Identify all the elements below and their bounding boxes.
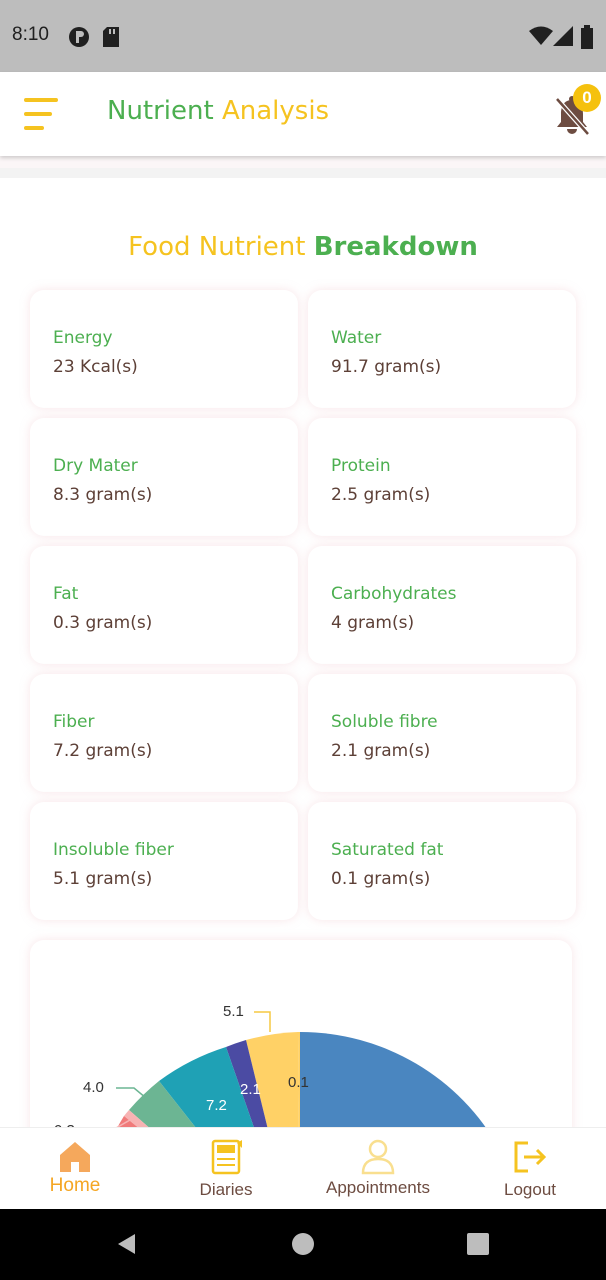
nutrient-label: Energy — [53, 328, 113, 348]
page-title-part1: Nutrient — [107, 96, 214, 126]
nav-logout-label: Logout — [504, 1180, 556, 1199]
hamburger-menu-icon — [24, 98, 58, 130]
recents-icon[interactable] — [466, 1232, 490, 1256]
nutrient-value: 0.1 gram(s) — [331, 869, 431, 889]
pie-label-5.1: 5.1 — [223, 1003, 244, 1020]
wifi-icon — [529, 26, 553, 50]
nutrient-value: 23 Kcal(s) — [53, 357, 138, 377]
nutrient-value: 91.7 gram(s) — [331, 357, 442, 377]
nutrient-label: Insoluble fiber — [53, 840, 174, 860]
leader-line-4.0 — [116, 1087, 147, 1099]
nutrient-value: 0.3 gram(s) — [53, 613, 153, 633]
nutrient-label: Dry Mater — [53, 456, 138, 476]
app-notification-icon — [68, 26, 90, 52]
nutrient-panel: Food Nutrient Breakdown Energy 23 Kcal(s… — [0, 178, 606, 1170]
nutrient-value: 8.3 gram(s) — [53, 485, 153, 505]
battery-icon — [580, 25, 594, 53]
nutrient-label: Carbohydrates — [331, 584, 457, 604]
nutrient-card-dry-mater: Dry Mater 8.3 gram(s) — [30, 418, 298, 536]
section-title-part2: Breakdown — [313, 232, 478, 262]
app-bar: Nutrient Analysis — [0, 72, 606, 156]
page-title: Nutrient Analysis — [107, 96, 329, 126]
nutrient-label: Fiber — [53, 712, 95, 732]
nutrient-card-saturated-fat: Saturated fat 0.1 gram(s) — [308, 802, 576, 920]
nav-home[interactable]: Home — [20, 1128, 130, 1210]
nutrient-value: 7.2 gram(s) — [53, 741, 153, 761]
pie-label-0.1: 0.1 — [288, 1074, 309, 1091]
android-navigation-bar — [0, 1209, 606, 1280]
nutrient-label: Soluble fibre — [331, 712, 438, 732]
sd-card-icon — [102, 26, 120, 52]
page-title-part2: Analysis — [221, 96, 330, 126]
nav-diaries[interactable]: Diaries — [171, 1128, 281, 1210]
nutrient-card-carbohydrates: Carbohydrates 4 gram(s) — [308, 546, 576, 664]
person-icon — [361, 1139, 395, 1175]
pie-label-7.2: 7.2 — [206, 1097, 227, 1114]
nutrient-card-fiber: Fiber 7.2 gram(s) — [30, 674, 298, 792]
nutrient-label: Saturated fat — [331, 840, 444, 860]
nutrient-label: Water — [331, 328, 382, 348]
home-circle-icon[interactable] — [291, 1232, 315, 1256]
nav-appointments-label: Appointments — [326, 1178, 430, 1197]
nutrient-label: Fat — [53, 584, 79, 604]
nav-diaries-label: Diaries — [199, 1180, 253, 1199]
pie-label-2.1: 2.1 — [240, 1081, 261, 1098]
nav-home-label: Home — [49, 1175, 101, 1196]
content-area: Food Nutrient Breakdown Energy 23 Kcal(s… — [0, 168, 606, 1170]
nutrient-card-protein: Protein 2.5 gram(s) — [308, 418, 576, 536]
signal-icon — [553, 26, 573, 50]
nutrient-card-fat: Fat 0.3 gram(s) — [30, 546, 298, 664]
bottom-navigation: Home Diaries Appointments Logout — [0, 1127, 606, 1210]
nav-logout[interactable]: Logout — [475, 1128, 585, 1210]
nutrient-card-energy: Energy 23 Kcal(s) — [30, 290, 298, 408]
diary-icon — [211, 1139, 242, 1175]
home-icon — [60, 1142, 90, 1172]
section-title-part1: Food Nutrient — [128, 232, 306, 262]
nutrient-card-water: Water 91.7 gram(s) — [308, 290, 576, 408]
nutrient-value: 2.1 gram(s) — [331, 741, 431, 761]
nutrient-value: 5.1 gram(s) — [53, 869, 153, 889]
menu-button[interactable] — [22, 96, 62, 132]
leader-line-5.1 — [254, 1011, 271, 1032]
section-title: Food Nutrient Breakdown — [0, 232, 606, 262]
nav-appointments[interactable]: Appointments — [313, 1128, 443, 1210]
nutrient-value: 4 gram(s) — [331, 613, 415, 633]
nutrient-card-soluble-fibre: Soluble fibre 2.1 gram(s) — [308, 674, 576, 792]
nutrient-value: 2.5 gram(s) — [331, 485, 431, 505]
nutrient-label: Protein — [331, 456, 391, 476]
status-time: 8:10 — [12, 24, 49, 45]
pie-label-4.0: 4.0 — [83, 1079, 104, 1096]
notification-count-badge: 0 — [573, 84, 601, 112]
back-icon[interactable] — [115, 1232, 139, 1256]
nutrient-card-insoluble-fiber: Insoluble fiber 5.1 gram(s) — [30, 802, 298, 920]
status-bar: 8:10 — [0, 0, 606, 72]
logout-icon — [514, 1141, 547, 1173]
